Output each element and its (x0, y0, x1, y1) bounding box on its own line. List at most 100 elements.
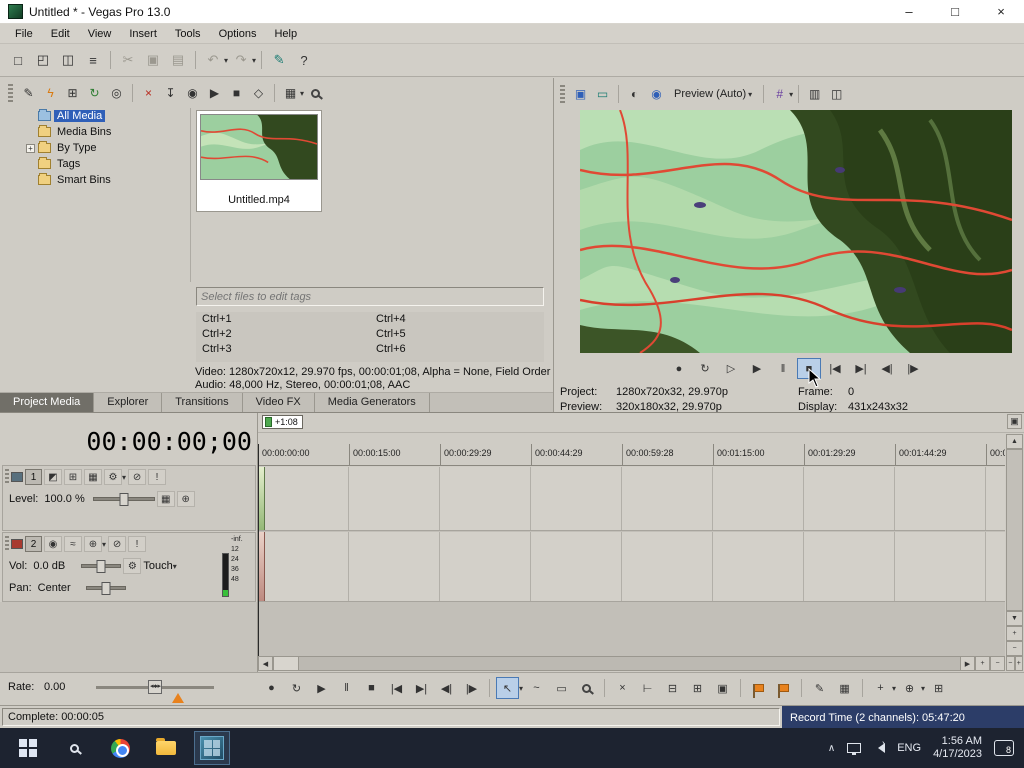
group-events-icon[interactable]: ⊞ (686, 677, 709, 699)
vertical-scroll-thumb[interactable] (1006, 449, 1023, 611)
menu-item[interactable]: Options (210, 26, 266, 42)
video-track-lane[interactable] (258, 467, 1005, 531)
zoom-out-icon[interactable]: − (1006, 656, 1015, 671)
scroll-down-icon[interactable]: ▼ (1006, 611, 1023, 626)
record-button[interactable]: ● (667, 358, 691, 379)
event-fx-icon[interactable]: ▦ (833, 677, 856, 699)
get-media-from-web-icon[interactable]: ◎ (106, 83, 127, 104)
close-button[interactable]: × (978, 0, 1024, 23)
project-video-properties-icon[interactable]: ▣ (570, 84, 591, 105)
track-gain-icon[interactable]: ⊕ (84, 536, 102, 552)
zoom-in-icon[interactable]: + (1014, 656, 1023, 671)
timeline-zoom-corner[interactable]: − + (1006, 656, 1023, 671)
mixer-icon[interactable]: ⊞ (927, 677, 950, 699)
insert-audio-caret-icon[interactable]: ▾ (921, 684, 925, 693)
preview-quality-dropdown[interactable]: Preview (Auto) ▾ (668, 86, 758, 102)
automation-mode-value[interactable]: Touch (143, 560, 172, 572)
add-bin-icon[interactable]: ⊞ (62, 83, 83, 104)
next-frame-button[interactable]: |▶ (901, 358, 925, 379)
overlays-grid-icon[interactable]: # (769, 84, 790, 105)
panel-grip[interactable] (560, 85, 565, 103)
loop-playback-button[interactable]: ↻ (285, 677, 308, 699)
menu-item[interactable]: Help (265, 26, 306, 42)
automation-caret-icon[interactable]: ▾ (122, 473, 126, 482)
next-frame-button[interactable]: |▶ (460, 677, 483, 699)
horizontal-scroll-track[interactable] (299, 656, 960, 671)
properties-icon[interactable]: ≡ (81, 48, 105, 72)
normal-edit-tool[interactable]: ↖ (496, 677, 519, 699)
copy-icon[interactable]: ▣ (141, 48, 165, 72)
automation-settings-icon[interactable]: ⚙ (104, 469, 122, 485)
level-slider-thumb[interactable] (119, 493, 129, 506)
pan-slider-thumb[interactable] (101, 582, 111, 595)
remove-media-icon[interactable]: × (138, 83, 159, 104)
chrome-taskbar-button[interactable] (102, 731, 138, 765)
preview-stop-icon[interactable]: ■ (226, 83, 247, 104)
go-to-start-button[interactable]: |◀ (385, 677, 408, 699)
level-slider[interactable] (92, 493, 155, 506)
play-button[interactable]: ▶ (310, 677, 333, 699)
automation-mode-icon[interactable]: ⚙ (123, 558, 142, 574)
marker-tool-icon[interactable]: ▣ (1007, 414, 1022, 429)
audio-solo-button[interactable]: ! (128, 536, 147, 552)
media-search-icon[interactable] (305, 83, 326, 104)
tags-input[interactable] (196, 287, 544, 306)
audio-track-number[interactable]: 2 (25, 536, 42, 552)
insert-marker-icon[interactable] (747, 677, 770, 699)
undo-caret-icon[interactable]: ▾ (224, 56, 228, 65)
tray-chevron-icon[interactable]: ∧ (828, 743, 835, 754)
scroll-left-icon[interactable]: ◀ (258, 656, 273, 671)
paste-icon[interactable]: ▤ (166, 48, 190, 72)
zoom-out-time-icon[interactable]: − (990, 656, 1005, 671)
insert-video-track-icon[interactable]: + (869, 677, 892, 699)
timeline-time-display[interactable]: 00:00:00;00 (36, 427, 252, 456)
media-tree-item[interactable]: +All Media (26, 108, 188, 124)
views-caret-icon[interactable]: ▾ (300, 89, 304, 98)
menu-item[interactable]: View (79, 26, 121, 42)
new-bin-pencil-icon[interactable]: ✎ (18, 83, 39, 104)
panel-tab[interactable]: Media Generators (314, 393, 430, 413)
zoom-edit-tool[interactable] (575, 677, 598, 699)
insert-region-icon[interactable] (772, 677, 795, 699)
rate-slider[interactable]: ◂◂▸▸ (96, 680, 214, 694)
taskbar-clock[interactable]: 1:56 AM 4/17/2023 (933, 735, 982, 761)
volume-icon[interactable] (873, 741, 886, 753)
scroll-right-icon[interactable]: ▶ (960, 656, 975, 671)
panel-tab[interactable]: Transitions (162, 393, 243, 413)
cut-icon[interactable]: ✂ (116, 48, 140, 72)
vol-slider[interactable] (81, 560, 122, 573)
maximize-button[interactable]: □ (932, 0, 978, 23)
start-button[interactable] (10, 731, 46, 765)
audio-track-lane[interactable] (258, 532, 1005, 602)
external-monitor-icon[interactable]: ▭ (592, 84, 613, 105)
whats-this-help-icon[interactable]: ? (292, 48, 316, 72)
media-thumbnail-card[interactable]: Untitled.mp4 (196, 110, 322, 212)
time-ruler[interactable]: 00:00:00:00 00:00:15:00 00:00:29:29 00:00:4… (258, 444, 1005, 466)
undo-icon[interactable]: ↶ (201, 48, 225, 72)
track-grip[interactable] (5, 536, 9, 552)
pause-button[interactable]: ‖ (335, 677, 358, 699)
timeline-horizontal-scrollbar[interactable]: ◀ ▶ + − (258, 656, 1005, 671)
refresh-icon[interactable]: ↻ (84, 83, 105, 104)
vegas-pro-taskbar-button[interactable] (194, 731, 230, 765)
language-indicator[interactable]: ENG (897, 742, 921, 754)
zoom-out-track-height-icon[interactable]: − (1006, 641, 1023, 656)
panel-tab[interactable]: Project Media (0, 393, 95, 413)
stop-button[interactable]: ■ (360, 677, 383, 699)
pan-slider[interactable] (85, 582, 126, 595)
import-media-icon[interactable]: ϟ (40, 83, 61, 104)
lock-event-icon[interactable]: ▣ (711, 677, 734, 699)
video-solo-button[interactable]: ! (148, 469, 167, 485)
track-grip[interactable] (5, 469, 9, 485)
zoom-in-time-icon[interactable]: + (975, 656, 990, 671)
extract-audio-icon[interactable]: ↧ (160, 83, 181, 104)
audio-clip[interactable] (258, 532, 265, 601)
media-tree-item[interactable]: +Tags (26, 156, 188, 172)
panel-tab[interactable]: Explorer (94, 393, 163, 413)
horizontal-scroll-thumb[interactable] (273, 656, 299, 671)
panel-grip[interactable] (8, 84, 13, 102)
menu-item[interactable]: Insert (120, 26, 166, 42)
split-event-icon[interactable]: ⊟ (661, 677, 684, 699)
video-clip[interactable] (258, 467, 265, 530)
insert-audio-track-icon[interactable]: ⊕ (898, 677, 921, 699)
